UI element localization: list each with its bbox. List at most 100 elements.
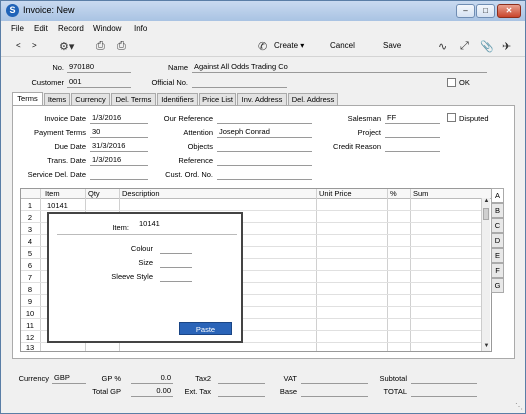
row-number: 13 — [25, 343, 35, 352]
base-label: Base — [279, 387, 297, 396]
size-field[interactable] — [160, 257, 192, 268]
total-field — [411, 386, 477, 397]
cust-ord-no-field[interactable] — [217, 169, 312, 180]
ok-checkbox[interactable] — [447, 78, 456, 87]
our-reference-label: Our Reference — [163, 114, 213, 123]
minimize-button[interactable]: – — [456, 4, 475, 18]
col-percent-header: % — [390, 189, 397, 198]
menu-record[interactable]: Record — [58, 24, 84, 33]
scroll-down-icon[interactable]: ▼ — [482, 343, 491, 349]
no-field[interactable]: 970180 — [67, 62, 131, 73]
reference-field[interactable] — [217, 155, 312, 166]
disputed-checkbox[interactable] — [447, 113, 456, 122]
project-field[interactable] — [385, 127, 440, 138]
create-button[interactable]: Create ▾ — [274, 41, 304, 50]
credit-reason-field[interactable] — [385, 141, 440, 152]
save-button[interactable]: Save — [383, 41, 401, 50]
col-item-header: Item — [45, 189, 60, 198]
row-number: 4 — [27, 237, 33, 246]
trans-date-label: Trans. Date — [47, 156, 86, 165]
resize-icon[interactable]: ⤢ — [460, 40, 469, 53]
grid-scrollbar[interactable]: ▲ ▼ — [481, 198, 490, 351]
menu-window[interactable]: Window — [93, 24, 121, 33]
cancel-button[interactable]: Cancel — [330, 41, 355, 50]
trans-date-field[interactable]: 1/3/2016 — [90, 155, 148, 166]
side-tab-d[interactable]: D — [491, 233, 504, 248]
title-bar: S Invoice: New – □ ✕ — [1, 1, 525, 21]
col-description-header: Description — [122, 189, 160, 198]
customer-field[interactable]: 001 — [67, 77, 131, 88]
reference-label: Reference — [178, 156, 213, 165]
print-preview-icon[interactable]: ⎙ — [117, 40, 126, 53]
activity-icon[interactable]: ∿ — [438, 40, 447, 53]
print-icon[interactable]: ⎙ — [96, 40, 105, 53]
payment-terms-field[interactable]: 30 — [90, 127, 148, 138]
service-del-date-field[interactable] — [90, 169, 148, 180]
side-tab-c[interactable]: C — [491, 218, 504, 233]
paste-button[interactable]: Paste — [179, 322, 232, 335]
popup-divider — [57, 234, 237, 235]
close-button[interactable]: ✕ — [497, 4, 521, 18]
objects-label: Objects — [187, 142, 213, 151]
objects-field[interactable] — [217, 141, 312, 152]
ext-tax-label: Ext. Tax — [184, 387, 211, 396]
official-no-label: Official No. — [151, 78, 188, 87]
scrollbar-thumb[interactable] — [483, 208, 489, 220]
sleeve-style-label: Sleeve Style — [111, 272, 153, 281]
payment-terms-label: Payment Terms — [34, 128, 86, 137]
tax2-field — [218, 373, 265, 384]
attention-label: Attention — [183, 128, 213, 137]
due-date-field[interactable]: 31/3/2016 — [90, 141, 148, 152]
tab-terms[interactable]: Terms — [12, 92, 43, 106]
menu-edit[interactable]: Edit — [34, 24, 48, 33]
vat-field — [301, 373, 368, 384]
airplane-icon[interactable]: ✈ — [502, 40, 511, 53]
no-label: No. — [52, 63, 64, 72]
invoice-window: S Invoice: New – □ ✕ File Edit Record Wi… — [0, 0, 526, 414]
menu-info[interactable]: Info — [134, 24, 147, 33]
row-number: 2 — [27, 213, 33, 222]
invoice-date-field[interactable]: 1/3/2016 — [90, 113, 148, 124]
base-field — [301, 386, 368, 397]
resize-grip-icon[interactable]: ⋱ — [515, 402, 523, 411]
side-tab-a[interactable]: A — [491, 188, 504, 203]
side-tab-g[interactable]: G — [491, 278, 504, 293]
side-tab-e[interactable]: E — [491, 248, 504, 263]
attention-field[interactable]: Joseph Conrad — [217, 127, 312, 138]
gp-percent-field: 0.0 — [131, 373, 173, 384]
ok-label: OK — [459, 78, 470, 87]
subtotal-field — [411, 373, 477, 384]
side-tab-b[interactable]: B — [491, 203, 504, 218]
total-label: TOTAL — [383, 387, 407, 396]
gp-percent-label: GP % — [101, 374, 121, 383]
menu-file[interactable]: File — [11, 24, 24, 33]
invoice-date-label: Invoice Date — [44, 114, 86, 123]
sleeve-style-field[interactable] — [160, 271, 192, 282]
scroll-up-icon[interactable]: ▲ — [482, 198, 491, 204]
row-number: 6 — [27, 261, 33, 270]
row-number: 3 — [27, 225, 33, 234]
gear-icon[interactable]: ⚙▾ — [59, 40, 74, 53]
official-no-field[interactable] — [192, 77, 287, 88]
our-reference-field[interactable] — [217, 113, 312, 124]
project-label: Project — [357, 128, 381, 137]
back-button[interactable]: < — [16, 41, 21, 50]
maximize-button[interactable]: □ — [476, 4, 495, 18]
salesman-field[interactable]: FF — [385, 113, 440, 124]
forward-button[interactable]: > — [32, 41, 37, 50]
colour-label: Colour — [130, 244, 153, 253]
grid-row-line — [21, 210, 483, 211]
colour-field[interactable] — [160, 243, 192, 254]
disputed-label: Disputed — [459, 114, 489, 123]
row-number: 12 — [25, 333, 35, 342]
vat-label: VAT — [283, 374, 297, 383]
row-number: 8 — [27, 285, 33, 294]
item-variety-popup: Item: 10141 Colour Size Sleeve Style Pas… — [47, 212, 243, 343]
attachment-icon[interactable]: 📎 — [480, 40, 494, 53]
side-tab-f[interactable]: F — [491, 263, 504, 278]
phone-icon[interactable]: ✆ — [258, 40, 267, 53]
row-1-item-cell[interactable]: 10141 — [47, 201, 68, 210]
row-number: 1 — [27, 201, 33, 210]
currency-field[interactable]: GBP — [52, 373, 86, 384]
name-field[interactable]: Against All Odds Trading Co — [192, 62, 487, 73]
